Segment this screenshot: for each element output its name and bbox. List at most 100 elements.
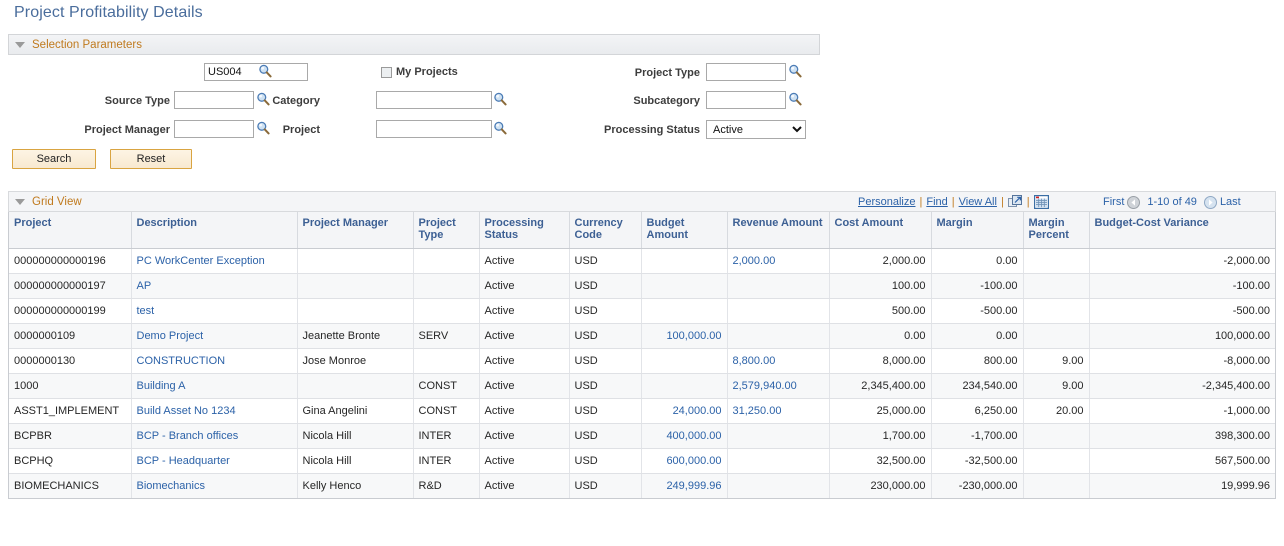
cell-revenue-amount[interactable]: 2,579,940.00: [727, 373, 830, 399]
cell-budget-amount-link[interactable]: 100,000.00: [666, 330, 721, 342]
column-header-budget-amount[interactable]: Budget Amount: [641, 212, 728, 249]
magnifier-icon[interactable]: [493, 121, 507, 135]
cell-description[interactable]: Biomechanics: [131, 473, 298, 498]
cell-budget-amount-link[interactable]: 24,000.00: [673, 405, 722, 417]
cell-description[interactable]: Building A: [131, 373, 298, 399]
cell-description-link[interactable]: Demo Project: [137, 330, 204, 342]
cell-description-link[interactable]: Build Asset No 1234: [137, 405, 236, 417]
cell-revenue-amount[interactable]: 31,250.00: [727, 398, 830, 424]
selection-parameters-label: Selection Parameters: [32, 38, 142, 51]
cell-description[interactable]: BCP - Branch offices: [131, 423, 298, 449]
cell-description-link[interactable]: CONSTRUCTION: [137, 355, 226, 367]
table-row: 0000000130 CONSTRUCTION Jose Monroe Active…: [9, 348, 1275, 374]
reset-button[interactable]: Reset: [110, 149, 192, 169]
cell-processing-status: Active: [479, 298, 570, 324]
cell-description-link[interactable]: Biomechanics: [137, 480, 205, 492]
cell-budget-amount[interactable]: 24,000.00: [641, 398, 728, 424]
column-header-processing-status[interactable]: Processing Status: [479, 212, 570, 249]
category-input[interactable]: [376, 91, 492, 109]
magnifier-icon[interactable]: [493, 92, 507, 106]
cell-budget-cost-variance: 567,500.00: [1089, 448, 1275, 474]
cell-description[interactable]: test: [131, 298, 298, 324]
column-header-revenue-amount[interactable]: Revenue Amount: [727, 212, 830, 249]
cell-description[interactable]: Build Asset No 1234: [131, 398, 298, 424]
cell-revenue-amount[interactable]: 2,000.00: [727, 248, 830, 274]
cell-budget-amount-link[interactable]: 249,999.96: [666, 480, 721, 492]
cell-revenue-amount-link[interactable]: 2,000.00: [733, 255, 776, 267]
selection-parameters-section-header[interactable]: Selection Parameters: [8, 34, 820, 55]
table-row: BIOMECHANICS Biomechanics Kelly Henco R&D Ac…: [9, 473, 1275, 498]
cell-budget-amount[interactable]: 600,000.00: [641, 448, 728, 474]
cell-budget-amount[interactable]: 100,000.00: [641, 323, 728, 349]
search-button[interactable]: Search: [12, 149, 96, 169]
subcategory-input[interactable]: [706, 91, 786, 109]
cell-budget-amount[interactable]: 400,000.00: [641, 423, 728, 449]
cell-currency-code: USD: [569, 473, 642, 498]
cell-description[interactable]: CONSTRUCTION: [131, 348, 298, 374]
my-projects-checkbox[interactable]: [381, 66, 392, 78]
magnifier-icon[interactable]: [788, 92, 802, 106]
business-unit-input[interactable]: [204, 63, 308, 81]
cell-description[interactable]: PC WorkCenter Exception: [131, 248, 298, 274]
cell-description-link[interactable]: PC WorkCenter Exception: [137, 255, 265, 267]
column-header-budget-cost-variance[interactable]: Budget-Cost Variance: [1089, 212, 1275, 249]
grid-view-label: Grid View: [32, 195, 82, 208]
cell-budget-cost-variance: -8,000.00: [1089, 348, 1275, 374]
cell-revenue-amount-link[interactable]: 2,579,940.00: [733, 380, 797, 392]
cell-description[interactable]: Demo Project: [131, 323, 298, 349]
project-manager-label: Project Manager: [84, 124, 170, 136]
magnifier-icon[interactable]: [258, 64, 272, 78]
cell-description-link[interactable]: AP: [137, 280, 152, 292]
find-link[interactable]: Find: [926, 196, 947, 208]
cell-budget-amount-link[interactable]: 600,000.00: [666, 455, 721, 467]
cell-cost-amount: 8,000.00: [829, 348, 932, 374]
cell-project-type: CONST: [413, 373, 480, 399]
page-title: Project Profitability Details: [14, 4, 203, 21]
column-header-currency-code[interactable]: Currency Code: [569, 212, 642, 249]
project-manager-input[interactable]: [174, 120, 254, 138]
cell-description[interactable]: AP: [131, 273, 298, 299]
cell-description-link[interactable]: BCP - Branch offices: [137, 430, 239, 442]
column-header-project-type[interactable]: Project Type: [413, 212, 480, 249]
open-in-new-window-icon[interactable]: [1007, 195, 1023, 209]
cell-budget-cost-variance: 398,300.00: [1089, 423, 1275, 449]
cell-description-link[interactable]: test: [137, 305, 155, 317]
column-header-project-manager[interactable]: Project Manager: [297, 212, 414, 249]
grid-view-section-header[interactable]: Grid View: [8, 191, 1276, 212]
cell-cost-amount: 2,345,400.00: [829, 373, 932, 399]
project-input[interactable]: [376, 120, 492, 138]
personalize-link[interactable]: Personalize: [858, 196, 915, 208]
cell-description-link[interactable]: BCP - Headquarter: [137, 455, 230, 467]
last-page-link[interactable]: Last: [1220, 196, 1241, 208]
cell-budget-amount: [641, 298, 728, 324]
download-to-spreadsheet-icon[interactable]: [1033, 194, 1049, 210]
arrow-right-circle-icon[interactable]: [1203, 195, 1217, 209]
magnifier-icon[interactable]: [788, 64, 802, 78]
cell-budget-amount-link[interactable]: 400,000.00: [666, 430, 721, 442]
first-page-link[interactable]: First: [1103, 196, 1124, 208]
arrow-left-circle-icon[interactable]: [1127, 195, 1141, 209]
project-type-input[interactable]: [706, 63, 786, 81]
toolbar-separator: |: [1026, 196, 1030, 208]
processing-status-select[interactable]: Active: [706, 120, 806, 139]
table-row: BCPHQ BCP - Headquarter Nicola Hill INTER Ac…: [9, 448, 1275, 474]
cell-revenue-amount: [727, 473, 830, 498]
cell-revenue-amount-link[interactable]: 8,800.00: [733, 355, 776, 367]
cell-budget-cost-variance: -500.00: [1089, 298, 1275, 324]
column-header-description[interactable]: Description: [131, 212, 298, 249]
processing-status-label: Processing Status: [604, 124, 700, 136]
cell-currency-code: USD: [569, 398, 642, 424]
view-all-link[interactable]: View All: [959, 196, 997, 208]
column-header-margin[interactable]: Margin: [931, 212, 1024, 249]
cell-revenue-amount-link[interactable]: 31,250.00: [733, 405, 782, 417]
cell-currency-code: USD: [569, 423, 642, 449]
column-header-cost-amount[interactable]: Cost Amount: [829, 212, 932, 249]
column-header-project[interactable]: Project: [9, 212, 132, 249]
cell-description[interactable]: BCP - Headquarter: [131, 448, 298, 474]
cell-currency-code: USD: [569, 448, 642, 474]
my-projects-checkbox-wrap[interactable]: My Projects: [381, 66, 458, 78]
cell-budget-amount[interactable]: 249,999.96: [641, 473, 728, 498]
cell-revenue-amount[interactable]: 8,800.00: [727, 348, 830, 374]
cell-description-link[interactable]: Building A: [137, 380, 186, 392]
column-header-margin-percent[interactable]: Margin Percent: [1023, 212, 1090, 249]
